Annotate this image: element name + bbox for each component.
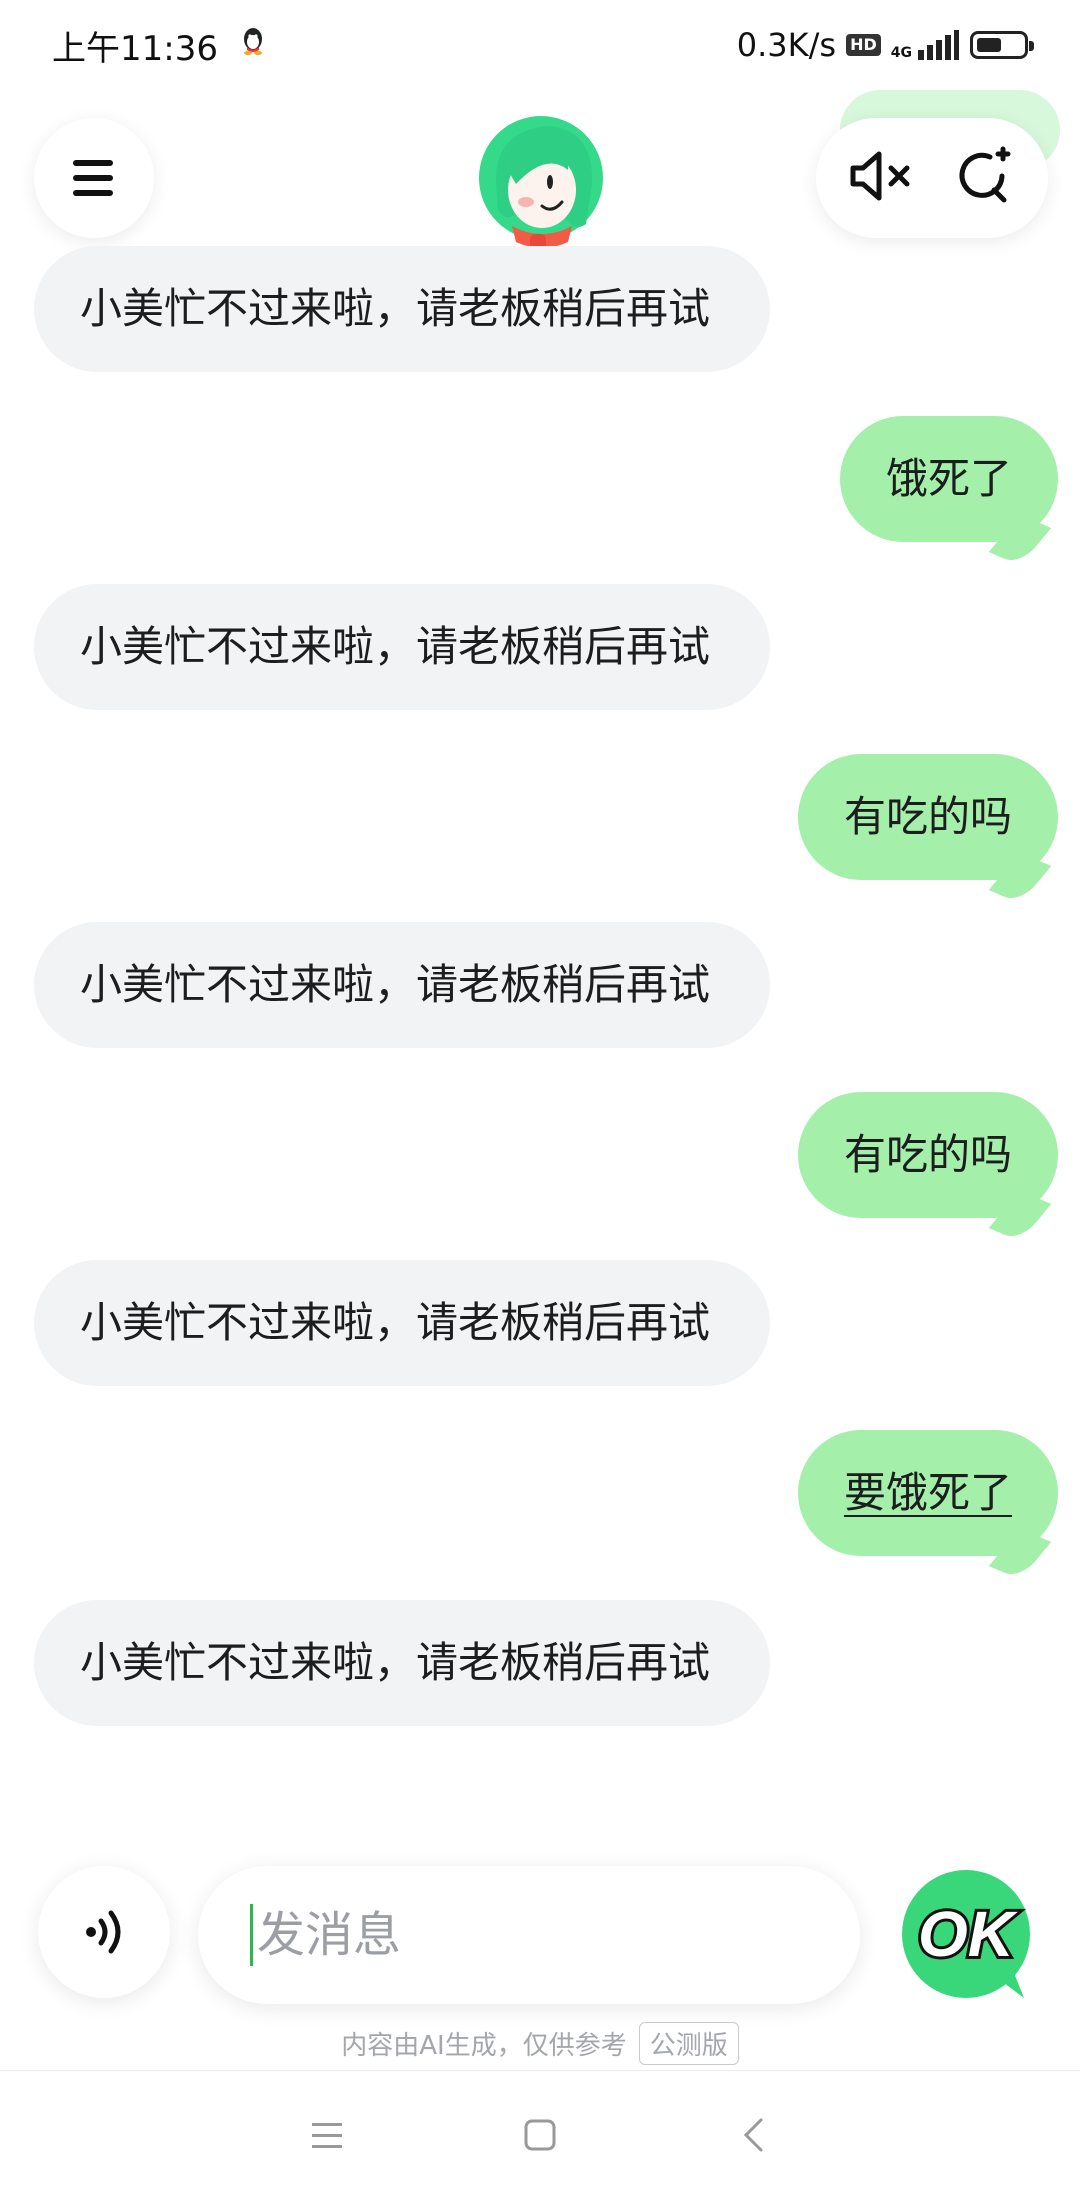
- top-actions: [816, 118, 1048, 238]
- mute-button[interactable]: [847, 148, 917, 208]
- battery-tip: [1029, 41, 1034, 51]
- assistant-avatar[interactable]: [476, 114, 606, 254]
- ai-disclaimer: 内容由AI生成，仅供参考 公测版: [0, 2022, 1080, 2065]
- send-label: OK: [918, 1898, 1019, 1970]
- battery-icon: [970, 31, 1034, 59]
- hd-badge: HD: [846, 34, 881, 56]
- chat-screen: 上午11:36 0.3K/s HD 4G 小美忙不过来啦，请老板稍后再试 饿死了…: [0, 0, 1080, 2198]
- bot-message: 小美忙不过来啦，请老板稍后再试: [34, 584, 770, 710]
- hamburger-menu-icon: [73, 160, 113, 196]
- signal-bars-icon: [918, 30, 959, 60]
- network-type: 4G: [890, 45, 912, 61]
- signal-group: 4G: [891, 30, 960, 60]
- new-chat-button[interactable]: [954, 144, 1018, 212]
- ok-bubble-icon: OK: [902, 1870, 1030, 1998]
- back-button[interactable]: [718, 2100, 788, 2170]
- assistant-avatar-icon: [479, 116, 603, 252]
- bot-message: 小美忙不过来啦，请老板稍后再试: [34, 922, 770, 1048]
- disclaimer-text: 内容由AI生成，仅供参考: [341, 2031, 627, 2061]
- status-left: 上午11:36: [52, 21, 266, 70]
- status-time: 上午11:36: [52, 28, 218, 69]
- user-message: 要饿死了: [797, 1430, 1058, 1556]
- beta-badge: 公测版: [638, 2022, 739, 2065]
- bot-message: 小美忙不过来啦，请老板稍后再试: [34, 1260, 770, 1386]
- recent-apps-icon: [311, 2122, 342, 2148]
- network-speed: 0.3K/s: [736, 26, 837, 64]
- system-nav-bar: [0, 2070, 1080, 2198]
- user-message: 饿死了: [839, 416, 1058, 542]
- user-message: 有吃的吗: [797, 1092, 1058, 1218]
- send-ok-button[interactable]: OK: [900, 1868, 1040, 2008]
- menu-button[interactable]: [34, 118, 154, 238]
- home-icon: [524, 2119, 556, 2150]
- voice-button[interactable]: [38, 1866, 170, 1998]
- recent-apps-button[interactable]: [292, 2100, 362, 2170]
- back-icon: [744, 2118, 763, 2151]
- voice-input-icon: [86, 1910, 121, 1954]
- message-input[interactable]: [250, 1904, 808, 1966]
- new-chat-icon: [959, 146, 1010, 203]
- bot-message: 小美忙不过来啦，请老板稍后再试: [34, 1600, 770, 1726]
- battery-level: [977, 38, 1001, 52]
- status-right: 0.3K/s HD 4G: [736, 26, 1034, 64]
- qq-notification-icon: [240, 25, 266, 65]
- user-message-text: 要饿死了: [843, 1468, 1012, 1517]
- message-input-wrapper[interactable]: [198, 1866, 860, 2004]
- user-message: 有吃的吗: [797, 754, 1058, 880]
- status-bar: 上午11:36 0.3K/s HD 4G: [0, 0, 1080, 90]
- home-button[interactable]: [505, 2100, 575, 2170]
- bot-message: 小美忙不过来啦，请老板稍后再试: [34, 246, 770, 372]
- speaker-muted-icon: [850, 151, 909, 201]
